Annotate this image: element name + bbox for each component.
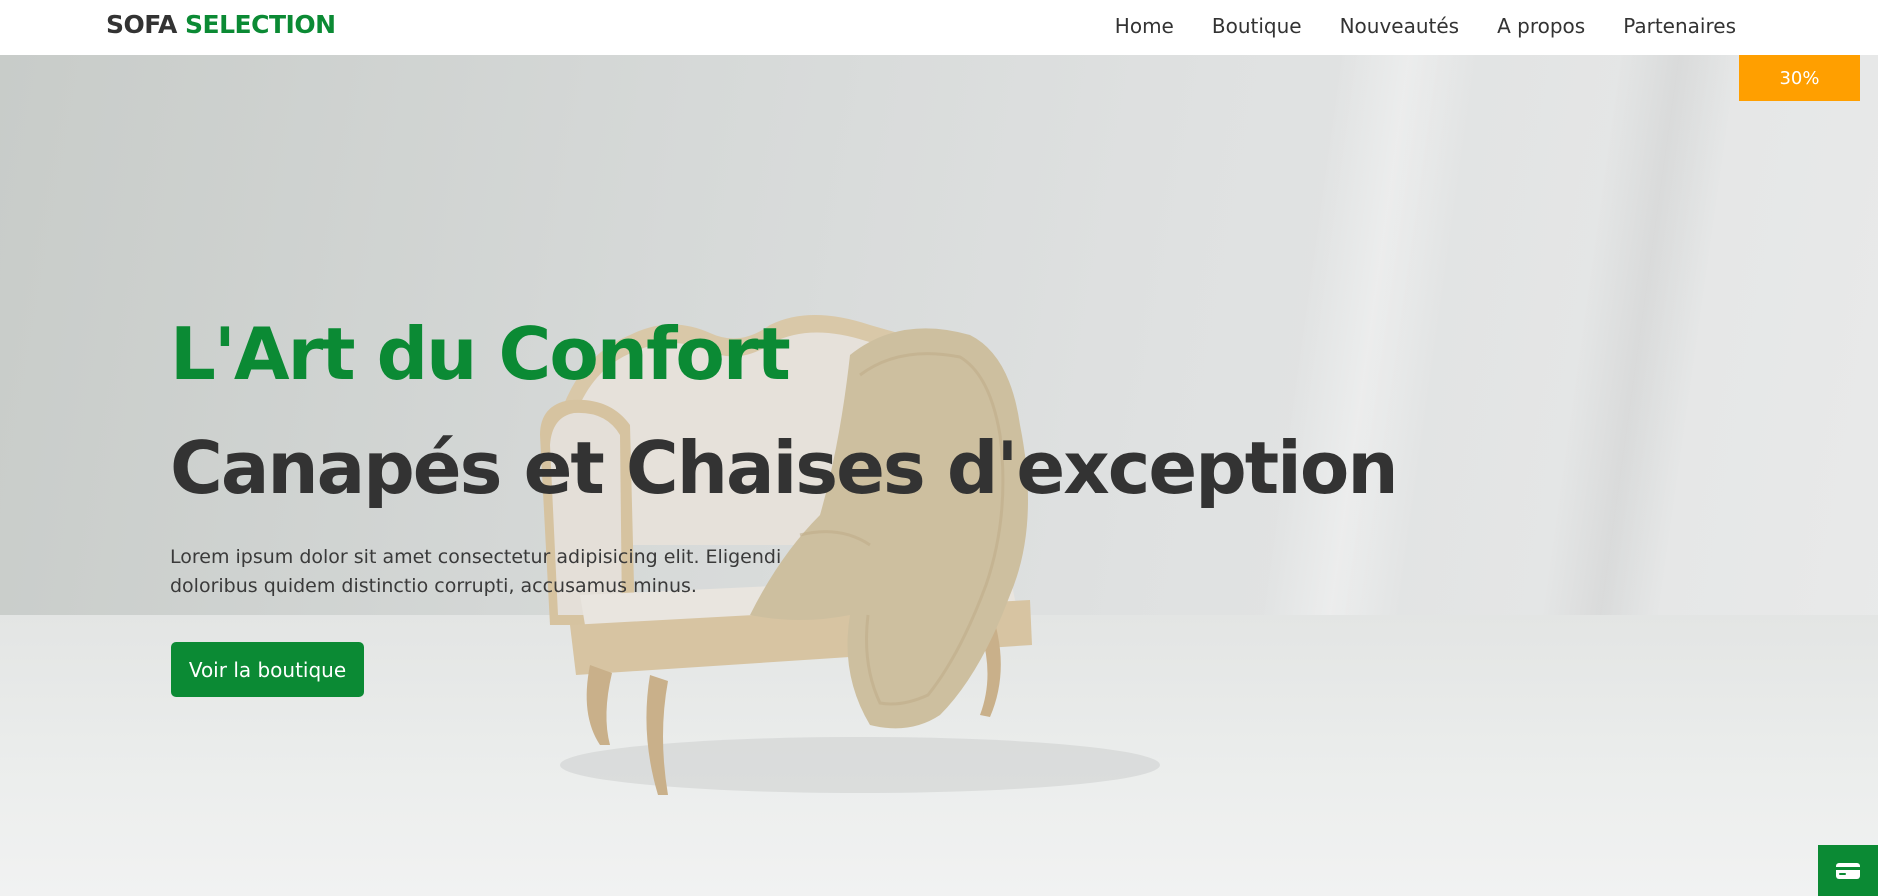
hero-title-secondary: Canapés et Chaises d'exception <box>170 426 1399 510</box>
shop-cta-button[interactable]: Voir la boutique <box>171 642 364 697</box>
floating-payment-button[interactable] <box>1818 845 1878 896</box>
hero-title-primary: L'Art du Confort <box>170 312 791 396</box>
discount-badge[interactable]: 30% <box>1739 55 1860 101</box>
brand-logo-part1: SOFA <box>106 10 177 39</box>
nav-item-nouveautes[interactable]: Nouveautés <box>1340 13 1460 39</box>
main-nav: Home Boutique Nouveautés A propos Parten… <box>1077 13 1736 39</box>
credit-card-icon <box>1836 862 1860 879</box>
site-header: SOFA SELECTION Home Boutique Nouveautés … <box>0 0 1878 55</box>
nav-item-boutique[interactable]: Boutique <box>1212 13 1302 39</box>
hero-description: Lorem ipsum dolor sit amet consectetur a… <box>170 546 782 597</box>
nav-item-partenaires[interactable]: Partenaires <box>1623 13 1736 39</box>
nav-item-home[interactable]: Home <box>1115 13 1174 39</box>
brand-logo[interactable]: SOFA SELECTION <box>106 10 336 40</box>
hero-banner: L'Art du Confort Canapés et Chaises d'ex… <box>0 55 1878 896</box>
nav-item-a-propos[interactable]: A propos <box>1497 13 1585 39</box>
brand-logo-part2: SELECTION <box>185 10 336 39</box>
